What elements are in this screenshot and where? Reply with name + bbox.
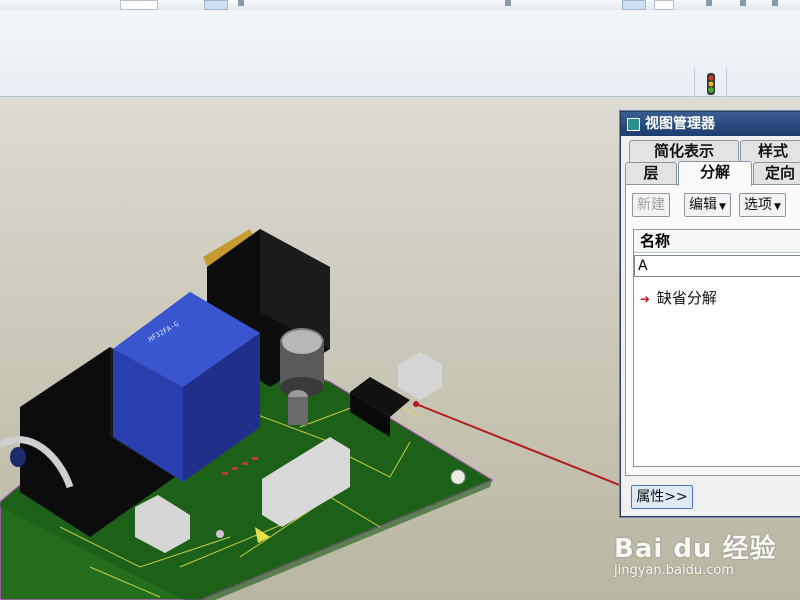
toolbar-icon[interactable] bbox=[505, 0, 511, 6]
toolbar-button[interactable] bbox=[120, 0, 158, 10]
dialog-title: 视图管理器 bbox=[645, 116, 715, 132]
properties-button[interactable]: 属性>> bbox=[631, 485, 693, 509]
tab-orient[interactable]: 定向 bbox=[753, 162, 800, 184]
list-item-default-explode[interactable]: ➜ 缺省分解 bbox=[640, 288, 717, 309]
name-edit-field[interactable]: A bbox=[634, 255, 800, 277]
explode-panel: 新建 编辑 ▼ 选项 ▼ 名称 A ➜ 缺省分解 bbox=[625, 184, 800, 476]
ribbon-toolbar bbox=[0, 10, 800, 102]
explode-states-list[interactable]: 名称 A ➜ 缺省分解 bbox=[633, 229, 800, 467]
caret-down-icon: ▼ bbox=[774, 202, 781, 212]
baidu-jingyan-watermark: Bai du 经验 jingyan.baidu.com bbox=[614, 528, 794, 588]
toolbar-button[interactable] bbox=[204, 0, 228, 10]
list-item-label: 缺省分解 bbox=[656, 289, 717, 307]
toolbar-icon[interactable] bbox=[706, 0, 712, 6]
caret-down-icon: ▼ bbox=[719, 202, 726, 212]
toolbar-icon[interactable] bbox=[740, 0, 746, 6]
watermark-brand: Bai du 经验 bbox=[614, 534, 777, 564]
toolbar-button[interactable] bbox=[622, 0, 646, 10]
traffic-light-icon[interactable] bbox=[704, 72, 718, 96]
new-button[interactable]: 新建 bbox=[632, 193, 670, 217]
view-manager-dialog: 视图管理器 简化表示 样式 层 分解 定向 新建 编辑 ▼ 选项 ▼ 名称 A ➜ … bbox=[620, 111, 800, 517]
watermark-url: jingyan.baidu.com bbox=[614, 563, 734, 578]
tab-style[interactable]: 样式 bbox=[740, 140, 800, 162]
tab-explode[interactable]: 分解 bbox=[678, 161, 752, 186]
column-header-name[interactable]: 名称 bbox=[634, 230, 800, 253]
edit-menu-button[interactable]: 编辑 ▼ bbox=[684, 193, 731, 217]
window-icon bbox=[627, 118, 640, 131]
tab-simplified-rep[interactable]: 简化表示 bbox=[629, 140, 739, 162]
toolbar-icon[interactable] bbox=[772, 0, 778, 6]
dialog-title-bar[interactable]: 视图管理器 bbox=[621, 112, 800, 136]
toolbar-icon[interactable] bbox=[238, 0, 244, 6]
tab-layer[interactable]: 层 bbox=[625, 162, 677, 184]
options-menu-button[interactable]: 选项 ▼ bbox=[739, 193, 786, 217]
red-arrow-icon: ➜ bbox=[640, 292, 651, 306]
toolbar-button[interactable] bbox=[654, 0, 674, 10]
connector-small bbox=[398, 352, 442, 400]
